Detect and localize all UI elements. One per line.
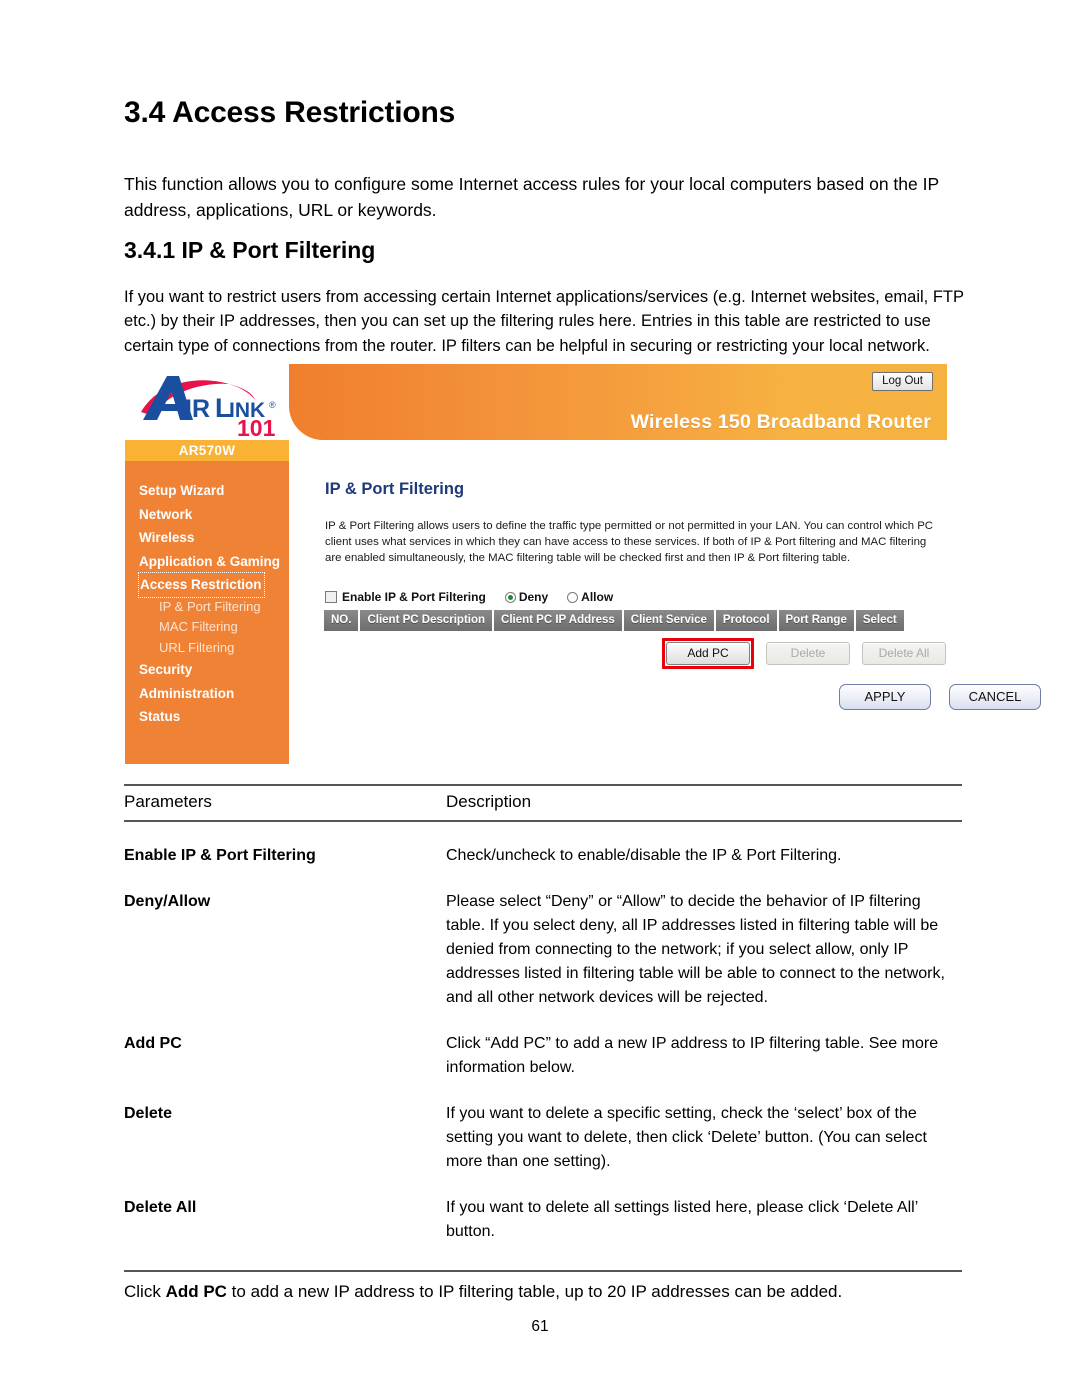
logout-button[interactable]: Log Out bbox=[872, 372, 933, 391]
deny-radio[interactable] bbox=[504, 591, 516, 603]
closing-text-pre: Click bbox=[124, 1282, 166, 1301]
delete-button[interactable]: Delete bbox=[766, 642, 850, 665]
product-title: Wireless 150 Broadband Router bbox=[630, 411, 931, 433]
parameter-name: Enable IP & Port Filtering bbox=[124, 847, 316, 864]
header-description: Description bbox=[446, 792, 532, 811]
section-paragraph: If you want to restrict users from acces… bbox=[124, 287, 964, 355]
enable-filtering-row: Enable IP & Port Filtering Deny Allow bbox=[325, 590, 613, 604]
allow-radio-group[interactable]: Allow bbox=[567, 590, 613, 604]
deny-radio-group[interactable]: Deny bbox=[504, 590, 549, 604]
parameter-name: Deny/Allow bbox=[124, 893, 211, 910]
enable-ip-port-filtering-label: Enable IP & Port Filtering bbox=[342, 590, 486, 604]
table-rule-bottom bbox=[124, 1270, 962, 1272]
column-header-client-pc-description: Client PC Description bbox=[360, 610, 495, 631]
table-action-buttons: Add PC Delete Delete All bbox=[662, 638, 946, 669]
sidebar-subitem-mac-filtering[interactable]: MAC Filtering bbox=[125, 617, 289, 638]
router-main-panel: IP & Port Filtering IP & Port Filtering … bbox=[289, 440, 1041, 764]
sidebar-item-application-gaming[interactable]: Application & Gaming bbox=[125, 550, 289, 574]
document-page: 3.4 Access Restrictions This function al… bbox=[0, 0, 1080, 1397]
parameter-name: Delete bbox=[124, 1105, 173, 1122]
column-header-protocol: Protocol bbox=[715, 610, 779, 631]
deny-label: Deny bbox=[518, 590, 549, 604]
parameter-description: If you want to delete all settings liste… bbox=[446, 1199, 918, 1240]
column-header-select: Select bbox=[855, 610, 904, 631]
table-row: Add PC Click “Add PC” to add a new IP ad… bbox=[124, 1032, 962, 1080]
svg-text:101: 101 bbox=[237, 415, 276, 440]
page-number: 61 bbox=[531, 1318, 549, 1335]
allow-label: Allow bbox=[581, 590, 614, 604]
column-header-client-service: Client Service bbox=[623, 610, 716, 631]
page-title: 3.4 Access Restrictions bbox=[124, 96, 456, 129]
section-title: 3.4.1 IP & Port Filtering bbox=[124, 237, 376, 263]
parameter-description: Check/uncheck to enable/disable the IP &… bbox=[446, 847, 842, 864]
apply-button[interactable]: APPLY bbox=[839, 684, 931, 710]
table-row: Delete If you want to delete a specific … bbox=[124, 1102, 962, 1174]
closing-paragraph: Click Add PC to add a new IP address to … bbox=[124, 1279, 964, 1304]
parameters-description-table: Parameters Description Enable IP & Port … bbox=[124, 784, 962, 1272]
column-header-no: NO. bbox=[324, 610, 361, 631]
delete-all-button[interactable]: Delete All bbox=[862, 642, 946, 665]
router-model-label: AR570W bbox=[125, 440, 289, 461]
cancel-button[interactable]: CANCEL bbox=[949, 684, 1041, 710]
parameter-description: If you want to delete a specific setting… bbox=[446, 1105, 927, 1170]
header-parameters: Parameters bbox=[124, 792, 212, 811]
intro-paragraph: This function allows you to configure so… bbox=[124, 173, 939, 220]
sidebar-item-security[interactable]: Security bbox=[125, 658, 289, 682]
allow-radio[interactable] bbox=[567, 591, 579, 603]
sidebar-item-status[interactable]: Status bbox=[125, 705, 289, 729]
filtering-table-header: NO. Client PC Description Client PC IP A… bbox=[324, 610, 904, 631]
table-row: Deny/Allow Please select “Deny” or “Allo… bbox=[124, 890, 962, 1010]
enable-ip-port-filtering-checkbox[interactable] bbox=[325, 591, 337, 603]
sidebar-item-wireless[interactable]: Wireless bbox=[125, 526, 289, 550]
svg-text:IR: IR bbox=[185, 395, 210, 423]
parameter-description: Click “Add PC” to add a new IP address t… bbox=[446, 1035, 939, 1076]
parameter-name: Add PC bbox=[124, 1035, 182, 1052]
table-row: Delete All If you want to delete all set… bbox=[124, 1196, 962, 1244]
sidebar-subitem-ip-port-filtering[interactable]: IP & Port Filtering bbox=[125, 597, 289, 618]
sidebar-subitem-url-filtering[interactable]: URL Filtering bbox=[125, 638, 289, 659]
closing-text-post: to add a new IP address to IP filtering … bbox=[226, 1282, 843, 1301]
sidebar-item-administration[interactable]: Administration bbox=[125, 682, 289, 706]
sidebar-item-access-restriction[interactable]: Access Restriction bbox=[138, 572, 265, 598]
router-admin-screenshot: Log Out Wireless 150 Broadband Router IR… bbox=[125, 364, 1041, 764]
panel-heading: IP & Port Filtering bbox=[325, 480, 465, 498]
router-sidebar: Setup Wizard Network Wireless Applicatio… bbox=[125, 461, 289, 764]
add-pc-highlight-box: Add PC bbox=[662, 638, 754, 669]
svg-text:®: ® bbox=[269, 400, 276, 410]
table-header-row: Parameters Description bbox=[124, 786, 962, 820]
parameter-name: Delete All bbox=[124, 1199, 197, 1216]
closing-text-bold: Add PC bbox=[165, 1282, 227, 1301]
parameter-description: Please select “Deny” or “Allow” to decid… bbox=[446, 893, 945, 1006]
sidebar-item-setup-wizard[interactable]: Setup Wizard bbox=[125, 479, 289, 503]
column-header-client-pc-ip-address: Client PC IP Address bbox=[494, 610, 624, 631]
sidebar-item-network[interactable]: Network bbox=[125, 503, 289, 527]
form-submit-buttons: APPLY CANCEL bbox=[839, 684, 1041, 710]
table-row: Enable IP & Port Filtering Check/uncheck… bbox=[124, 844, 962, 868]
router-header-banner: Log Out Wireless 150 Broadband Router bbox=[289, 364, 947, 440]
column-header-port-range: Port Range bbox=[778, 610, 856, 631]
add-pc-button[interactable]: Add PC bbox=[666, 642, 750, 665]
panel-description: IP & Port Filtering allows users to defi… bbox=[325, 520, 934, 564]
airlink-101-logo: IR L INK ® 101 bbox=[133, 368, 289, 440]
